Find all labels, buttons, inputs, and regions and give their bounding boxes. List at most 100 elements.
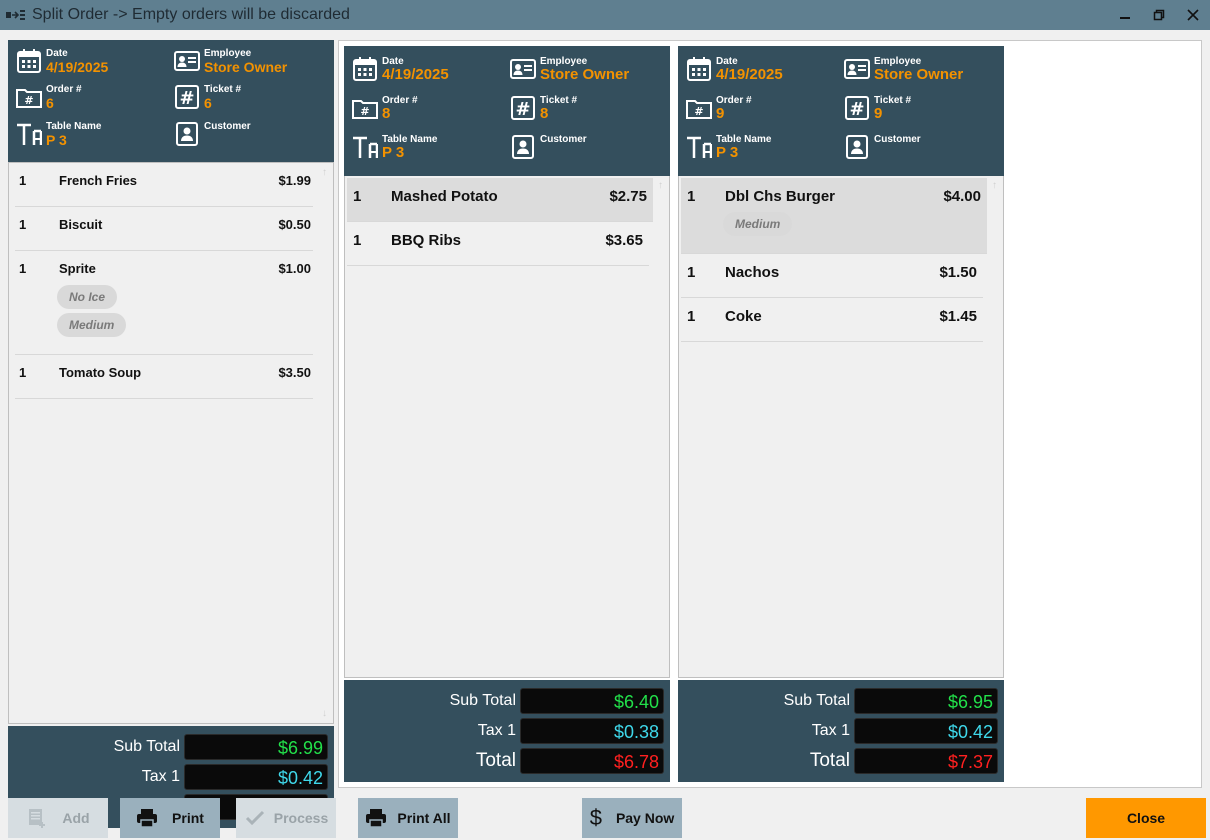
ticket-hash-icon [845, 96, 869, 121]
order-item-row[interactable]: 1 Biscuit $0.50 [15, 207, 313, 251]
checkmark-icon [245, 810, 264, 826]
order-employee: Employee Store Owner [510, 56, 629, 83]
ticket-hash-icon [175, 85, 199, 110]
printer-icon [137, 809, 158, 828]
ticket-hash-icon [511, 96, 535, 121]
order-date: Date 4/19/2025 [352, 56, 449, 83]
item-quantity: 1 [687, 188, 696, 205]
add-button[interactable]: Add [8, 798, 108, 838]
order-item-row[interactable]: 1 Nachos $1.50 [681, 254, 983, 298]
add-list-icon [29, 809, 46, 828]
pay-now-button-label: Pay Now [615, 810, 675, 826]
order-date-value: 4/19/2025 [46, 59, 109, 75]
order-item-row[interactable]: 1 Dbl Chs Burger $4.00 Medium [681, 178, 987, 254]
close-button[interactable]: Close [1086, 798, 1206, 838]
table-name: Table Name P 3 [352, 134, 437, 161]
order-item-row[interactable]: 1 Coke $1.45 [681, 298, 983, 342]
item-quantity: 1 [353, 232, 362, 249]
order-folder-icon [352, 100, 378, 119]
order-item-row[interactable]: 1 Mashed Potato $2.75 [347, 178, 653, 222]
item-price: $0.50 [278, 217, 311, 232]
minimize-icon[interactable] [1108, 0, 1142, 30]
print-button-label: Print [172, 810, 204, 826]
table-icon [16, 123, 42, 147]
table-name: Table Name P 3 [686, 134, 771, 161]
customer: Customer [174, 121, 251, 147]
customer-icon [176, 122, 198, 146]
table-name-value: P 3 [382, 144, 405, 161]
order-items-list[interactable]: 1 French Fries $1.99 1 Biscuit $0.50 1 Sprite $1… [8, 162, 334, 724]
order-number: Order #9 [686, 95, 752, 122]
print-button[interactable]: Print [120, 798, 220, 838]
scroll-up-arrow-icon[interactable]: ↑ [992, 180, 997, 191]
order-item-row[interactable]: 1 Tomato Soup $3.50 [15, 355, 313, 399]
order-number-value: 9 [716, 105, 725, 122]
total-label: Total [809, 750, 850, 771]
calendar-icon [687, 56, 711, 81]
item-modifier-chip: Medium [57, 313, 127, 337]
sub-total-value: $6.40 [520, 688, 664, 714]
add-button-label: Add [62, 810, 90, 826]
employee-id-icon [174, 51, 200, 71]
order-header: Date 4/19/2025 Employee Store Owner Order #8… [344, 46, 670, 176]
dollar-icon: $ [589, 805, 602, 830]
item-price: $1.99 [278, 173, 311, 188]
restore-icon[interactable] [1142, 0, 1176, 30]
ticket-number: Ticket #9 [844, 95, 911, 122]
item-name: French Fries [59, 173, 138, 188]
item-name: Sprite [59, 261, 96, 276]
scroll-down-arrow-icon[interactable]: ↓ [322, 708, 327, 719]
tax-value: $0.38 [520, 718, 664, 744]
tax-label: Tax 1 [477, 722, 516, 739]
item-name: Coke [725, 308, 762, 325]
table-name-label: Table Name [46, 121, 102, 132]
ticket-number: Ticket #6 [174, 84, 241, 111]
order-date: Date 4/19/2025 [686, 56, 783, 83]
order-panel: Date 4/19/2025 Employee Store Owner Order #8… [344, 46, 670, 782]
process-button[interactable]: Process [236, 798, 336, 838]
order-employee-value: Store Owner [540, 66, 630, 83]
table-icon [686, 136, 712, 160]
total-row: Total $7.37 [810, 748, 998, 774]
item-price: $3.50 [278, 365, 311, 380]
ticket-number: Ticket #8 [510, 95, 577, 122]
order-date-value: 4/19/2025 [716, 66, 783, 83]
order-panel: Date 4/19/2025 Employee Store Owner Order #9… [678, 46, 1004, 782]
order-folder-icon [686, 100, 712, 119]
sub-total-label: Sub Total [449, 692, 516, 709]
order-totals: Sub Total $6.40 Tax 1 $0.38 Total $6.78 [344, 680, 670, 782]
employee-id-icon [510, 59, 536, 79]
print-all-button[interactable]: Print All [358, 798, 458, 838]
total-row: Total $6.78 [476, 748, 664, 774]
order-number: Order #6 [16, 84, 82, 111]
calendar-icon [353, 56, 377, 81]
order-items-list[interactable]: 1 Mashed Potato $2.75 1 BBQ Ribs $3.65 ↑ [344, 176, 670, 678]
close-icon[interactable] [1176, 0, 1210, 30]
tax-row: Tax 1 $0.38 [478, 718, 664, 744]
item-name: Dbl Chs Burger [725, 188, 836, 205]
tax-label: Tax 1 [811, 722, 850, 739]
order-item-row[interactable]: 1 Sprite $1.00 No Ice Medium [15, 251, 313, 355]
order-item-row[interactable]: 1 BBQ Ribs $3.65 [347, 222, 649, 266]
close-button-label: Close [1126, 810, 1166, 826]
customer-label: Customer [874, 134, 921, 145]
order-items-list[interactable]: 1 Dbl Chs Burger $4.00 Medium 1 Nachos $1.50 1 C… [678, 176, 1004, 678]
sub-total-row: Sub Total $6.99 [114, 734, 328, 760]
scroll-up-arrow-icon[interactable]: ↑ [658, 180, 663, 191]
item-price: $4.00 [943, 188, 981, 205]
total-value: $7.37 [854, 748, 998, 774]
order-number-value: 6 [46, 95, 54, 111]
order-employee: Employee Store Owner [174, 48, 287, 75]
item-modifier-chip: No Ice [57, 285, 118, 309]
order-date-value: 4/19/2025 [382, 66, 449, 83]
order-number-label: Order # [46, 84, 82, 95]
order-item-row[interactable]: 1 French Fries $1.99 [15, 163, 313, 207]
pay-now-button[interactable]: $ Pay Now [582, 798, 682, 838]
item-quantity: 1 [687, 308, 696, 325]
total-label: Total [475, 750, 516, 771]
order-number-value: 8 [382, 105, 391, 122]
scroll-up-arrow-icon[interactable]: ↑ [322, 167, 327, 178]
total-value: $6.78 [520, 748, 664, 774]
order-employee-value: Store Owner [874, 66, 964, 83]
table-name-value: P 3 [716, 144, 739, 161]
